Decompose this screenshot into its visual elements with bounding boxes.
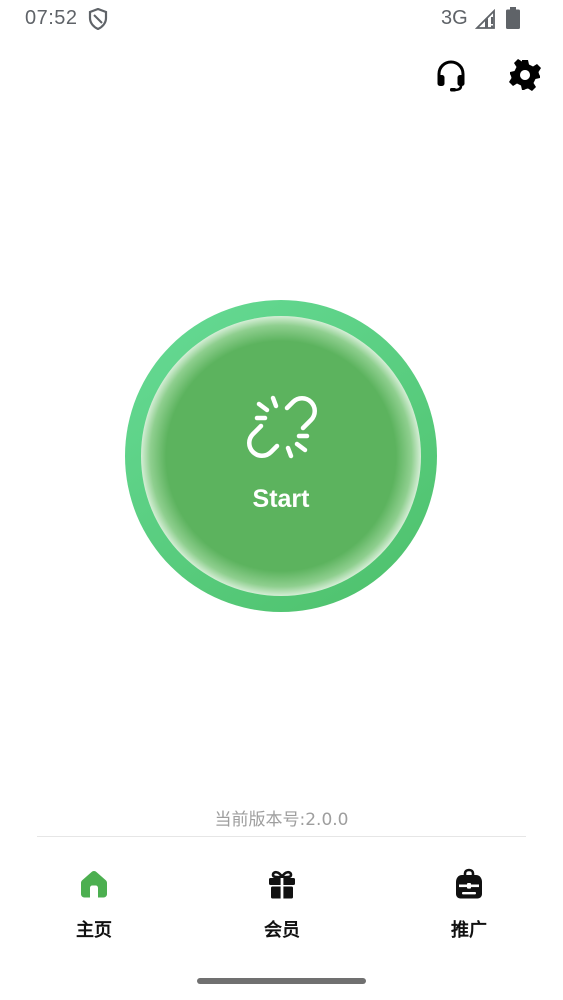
nav-item-promotion[interactable]: 推广 bbox=[409, 862, 529, 952]
backpack-icon bbox=[456, 868, 482, 899]
divider bbox=[37, 836, 526, 837]
gift-icon bbox=[269, 870, 295, 899]
screen: 07:52 3G Start 当前版本号:2.0.0 主页 会员 推广 bbox=[0, 0, 563, 1000]
nav-label-home: 主页 bbox=[76, 920, 112, 941]
shield-icon bbox=[88, 8, 108, 30]
gear-icon[interactable] bbox=[508, 58, 542, 92]
status-network: 3G bbox=[441, 7, 468, 29]
start-label: Start bbox=[252, 485, 310, 513]
nav-label-member: 会员 bbox=[264, 920, 300, 941]
home-icon bbox=[81, 871, 107, 898]
status-time: 07:52 bbox=[25, 7, 78, 29]
battery-icon bbox=[506, 7, 520, 29]
nav-item-home[interactable]: 主页 bbox=[34, 862, 154, 952]
broken-link-icon bbox=[247, 395, 317, 459]
version-text: 当前版本号:2.0.0 bbox=[214, 810, 349, 830]
nav-item-member[interactable]: 会员 bbox=[222, 862, 342, 952]
home-indicator[interactable] bbox=[197, 978, 366, 984]
nav-label-promotion: 推广 bbox=[451, 920, 487, 941]
signal-icon bbox=[475, 9, 495, 29]
start-button[interactable]: Start bbox=[125, 300, 437, 612]
status-bar: 07:52 3G bbox=[0, 0, 563, 38]
headset-icon[interactable] bbox=[434, 58, 468, 92]
